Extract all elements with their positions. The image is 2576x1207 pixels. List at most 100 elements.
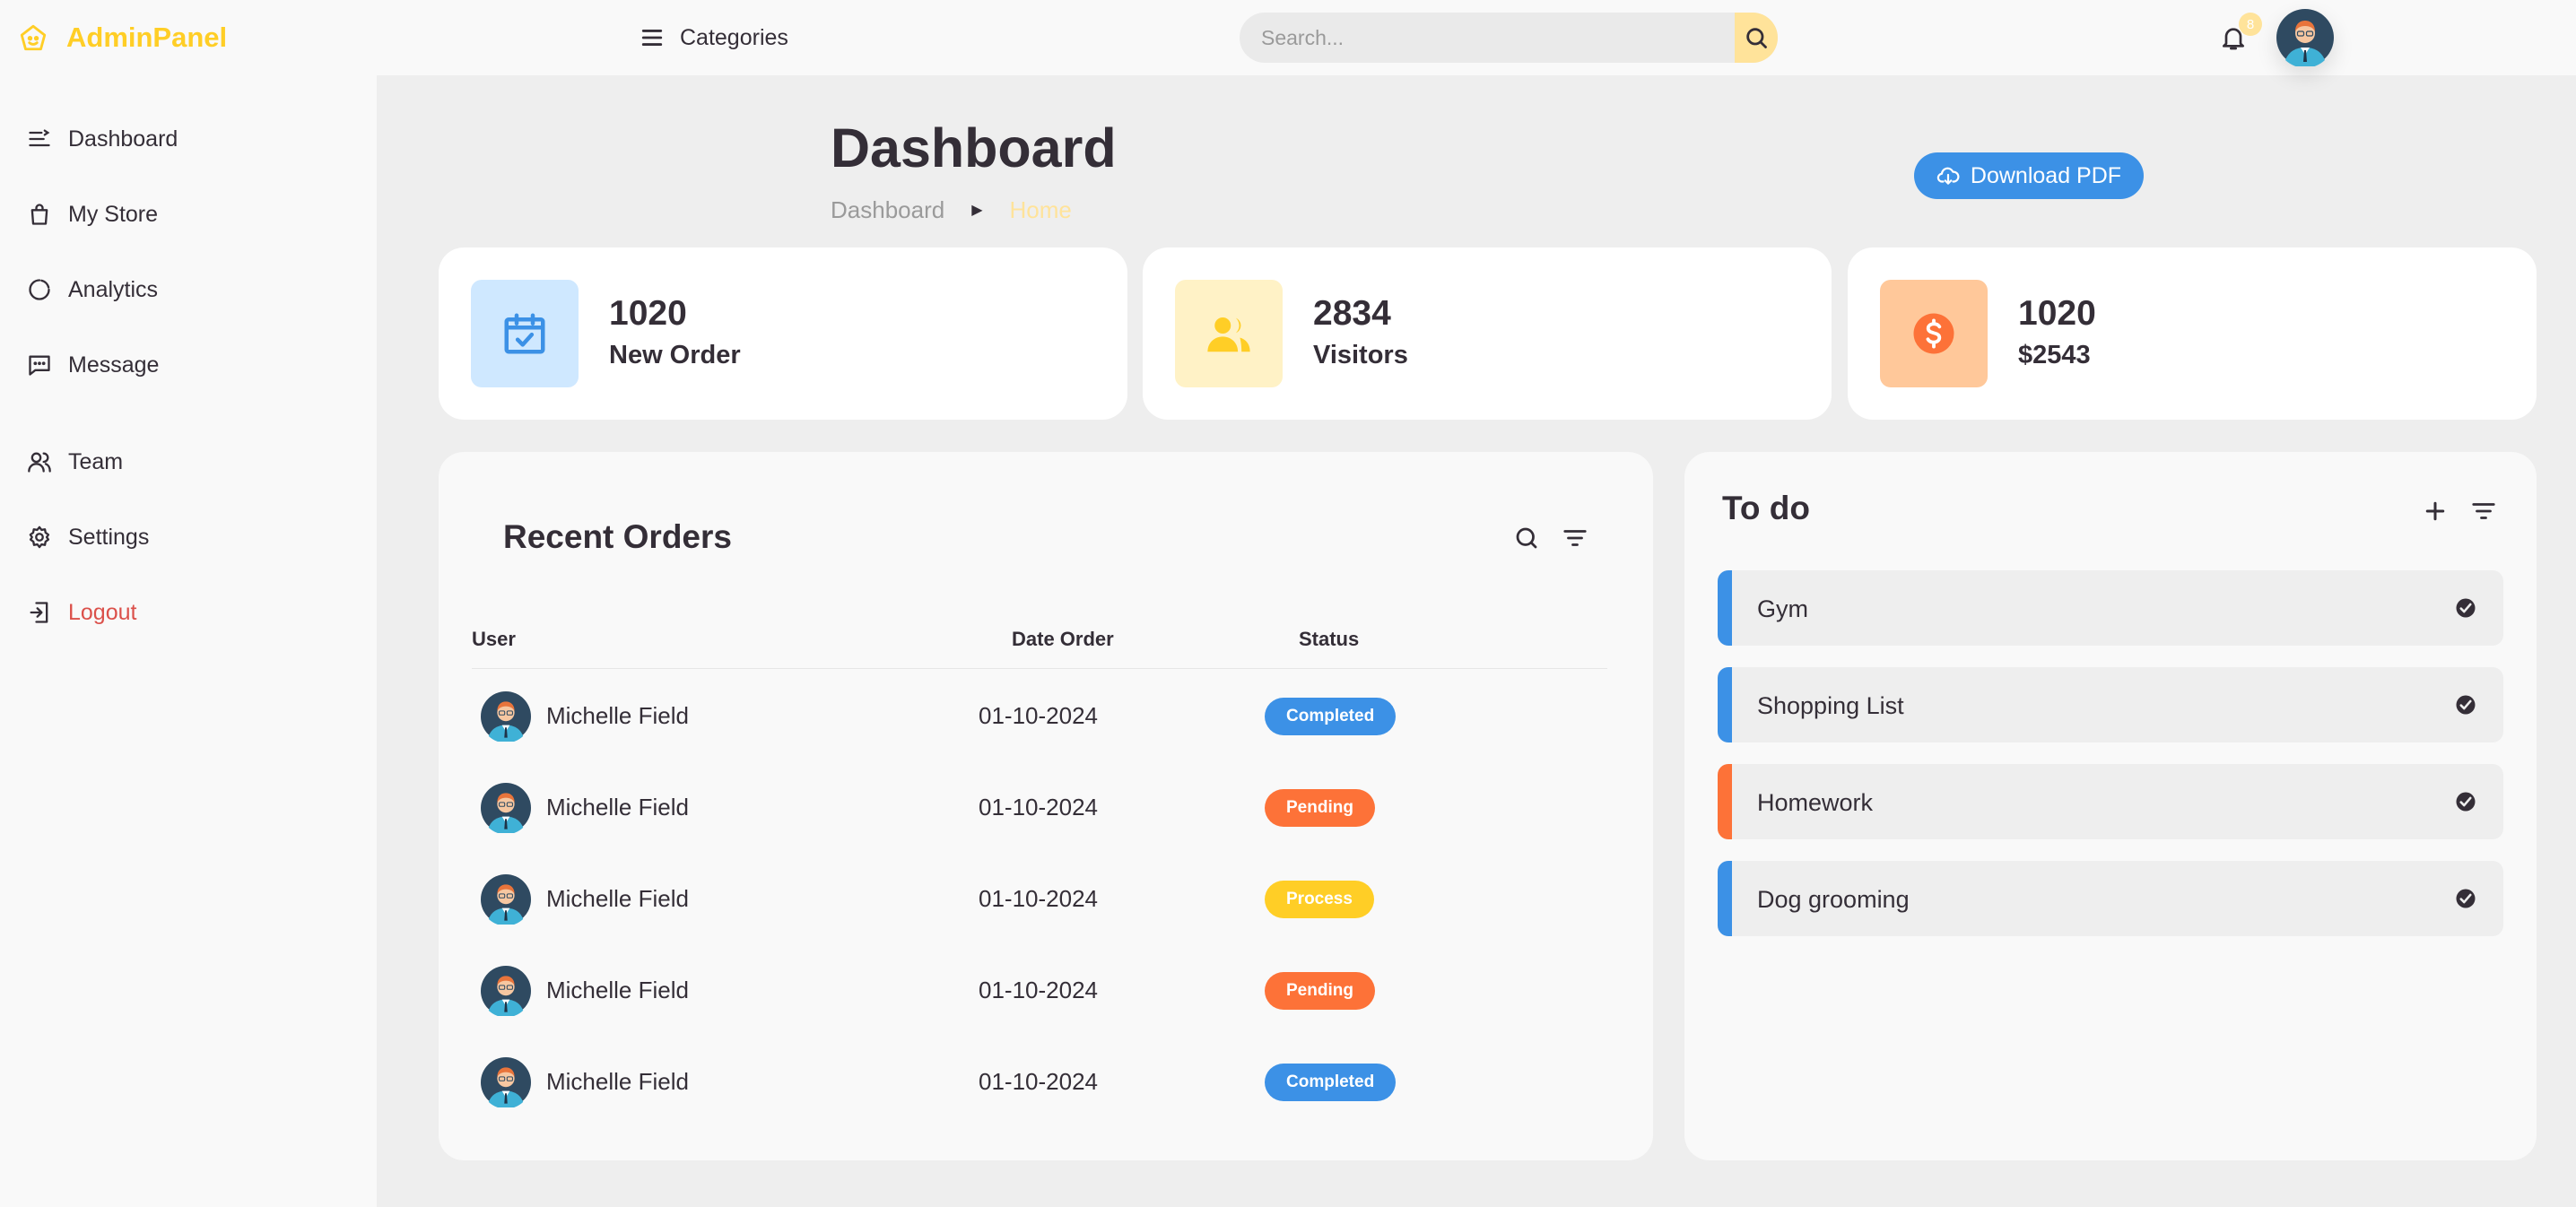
row-user-name: Michelle Field (546, 885, 689, 912)
user-avatar-icon (481, 874, 531, 925)
dollar-circle-icon (1913, 313, 1954, 354)
table-row[interactable]: Michelle Field 01-10-2024 Completed (472, 1038, 1607, 1127)
sidebar: AdminPanel Dashboard My Store Analytics … (0, 0, 377, 1207)
row-avatar (481, 966, 531, 1016)
row-date: 01-10-2024 (979, 977, 1098, 1003)
row-user-name: Michelle Field (546, 1068, 689, 1095)
status-badge: Pending (1265, 789, 1375, 827)
column-header-user: User (472, 628, 516, 650)
todo-status-bar (1718, 861, 1732, 936)
table-row[interactable]: Michelle Field 01-10-2024 Pending (472, 763, 1607, 853)
todo-menu-button[interactable] (2453, 595, 2478, 621)
orders-search-button[interactable] (1509, 520, 1545, 556)
status-badge: Completed (1265, 1064, 1397, 1101)
filter-icon (1563, 530, 1587, 546)
todo-text: Dog grooming (1757, 886, 1910, 913)
group-icon (28, 452, 51, 473)
sidebar-item-logout[interactable]: Logout (27, 590, 136, 635)
search-form (1240, 13, 1778, 63)
todo-text: Shopping List (1757, 692, 1904, 719)
breadcrumb-home[interactable]: Home (1010, 196, 1072, 224)
stat-icon-box (471, 280, 579, 387)
recent-orders-panel: Recent Orders User Date Order Status Mic… (439, 452, 1653, 1160)
sidebar-item-label: My Store (68, 201, 159, 227)
search-button[interactable] (1735, 13, 1778, 63)
sidebar-item-team[interactable]: Team (27, 439, 123, 484)
recent-orders-title: Recent Orders (503, 518, 732, 555)
stat-icon-box (1175, 280, 1283, 387)
check-circle-icon (2456, 695, 2476, 715)
search-input[interactable] (1240, 13, 1735, 63)
stat-label: New Order (609, 341, 741, 369)
user-avatar-icon (481, 783, 531, 833)
todo-item[interactable]: Homework (1718, 764, 2503, 839)
add-todo-button[interactable] (2417, 493, 2453, 529)
gear-icon (29, 525, 50, 549)
download-pdf-button[interactable]: Download PDF (1914, 152, 2144, 199)
todo-status-bar (1718, 667, 1732, 742)
stat-label: $2543 (2018, 341, 2091, 369)
stat-value: 1020 (609, 294, 687, 333)
table-row[interactable]: Michelle Field 01-10-2024 Process (472, 855, 1607, 944)
stat-value: 2834 (1313, 294, 1391, 333)
todo-item[interactable]: Shopping List (1718, 667, 2503, 742)
sidebar-item-my-store[interactable]: My Store (27, 192, 158, 237)
sidebar-item-dashboard[interactable]: Dashboard (27, 117, 178, 161)
shopping-bag-icon (30, 204, 48, 225)
logout-icon (30, 602, 48, 623)
stat-card-new-order: 1020 New Order (439, 247, 1127, 420)
search-icon (1516, 527, 1537, 549)
dashboard-icon (29, 129, 50, 147)
stat-card-sales: 1020 $2543 (1848, 247, 2537, 420)
sidebar-item-label: Team (68, 448, 124, 474)
chevron-right-icon: ▶ (971, 203, 983, 218)
table-row[interactable]: Michelle Field 01-10-2024 Completed (472, 672, 1607, 761)
categories-toggle[interactable]: Categories (640, 18, 788, 57)
download-pdf-label: Download PDF (1970, 162, 2122, 188)
todo-title: To do (1722, 490, 1810, 526)
todo-item[interactable]: Gym (1718, 570, 2503, 646)
todo-text: Gym (1757, 595, 1808, 622)
stat-value: 1020 (2018, 294, 2096, 333)
filter-icon (2472, 503, 2495, 519)
orders-filter-button[interactable] (1557, 520, 1593, 556)
check-circle-icon (2456, 598, 2476, 618)
categories-label: Categories (680, 24, 788, 50)
doughnut-chart-icon (29, 279, 50, 300)
todo-item[interactable]: Dog grooming (1718, 861, 2503, 936)
user-avatar-icon (2276, 9, 2334, 66)
user-avatar-icon (481, 691, 531, 742)
brand-logo[interactable]: AdminPanel (18, 20, 227, 56)
todo-filter-button[interactable] (2466, 493, 2502, 529)
profile-avatar[interactable] (2276, 9, 2334, 66)
table-row[interactable]: Michelle Field 01-10-2024 Pending (472, 946, 1607, 1036)
stat-card-visitors: 2834 Visitors (1143, 247, 1832, 420)
page-title: Dashboard (831, 117, 1117, 178)
breadcrumb-dashboard[interactable]: Dashboard (831, 196, 944, 224)
todo-menu-button[interactable] (2453, 886, 2478, 911)
notification-button[interactable]: 8 (2215, 13, 2262, 56)
sidebar-item-label: Message (68, 352, 160, 378)
row-user-name: Michelle Field (546, 702, 689, 729)
todo-panel: To do Gym Shopping List Homework Dog gro… (1684, 452, 2537, 1160)
sidebar-item-analytics[interactable]: Analytics (27, 267, 158, 312)
cloud-download-icon (1936, 167, 1960, 185)
user-avatar-icon (481, 1057, 531, 1107)
todo-menu-button[interactable] (2453, 789, 2478, 814)
row-avatar (481, 1057, 531, 1107)
sidebar-item-message[interactable]: Message (27, 343, 159, 387)
row-avatar (481, 874, 531, 925)
todo-menu-button[interactable] (2453, 692, 2478, 717)
sidebar-item-settings[interactable]: Settings (27, 515, 149, 560)
todo-status-bar (1718, 764, 1732, 839)
row-avatar (481, 783, 531, 833)
status-badge: Completed (1265, 698, 1397, 735)
column-header-date: Date Order (1012, 628, 1114, 650)
stat-icon-box (1880, 280, 1988, 387)
row-user-name: Michelle Field (546, 977, 689, 1003)
todo-text: Homework (1757, 789, 1874, 816)
table-header-divider (472, 668, 1607, 669)
row-date: 01-10-2024 (979, 702, 1098, 729)
menu-icon (641, 30, 663, 46)
stat-label: Visitors (1313, 341, 1408, 369)
